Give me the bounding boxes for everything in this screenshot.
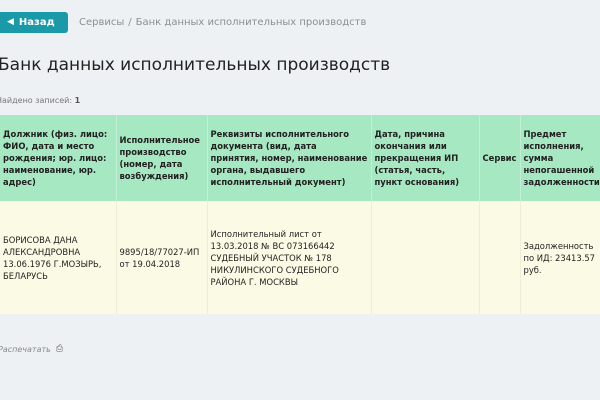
breadcrumb-separator: / (128, 16, 132, 28)
cell-document: Исполнительный лист от 13.03.2018 № ВС 0… (207, 201, 372, 314)
breadcrumb-item-current: Банк данных исполнительных производств (135, 16, 367, 28)
back-button-label: Назад (18, 16, 55, 28)
results-table: Должник (физ. лицо: ФИО, дата и место ро… (0, 115, 600, 314)
back-button[interactable]: ◀ Назад (0, 11, 68, 33)
top-nav: ◀ Назад Сервисы / Банк данных исполнительн… (0, 11, 366, 33)
column-header-end-date: Дата, причина окончания или прекращения … (371, 115, 480, 201)
page-title: Банк данных исполнительных производств (0, 55, 391, 75)
records-found: Найдено записей: 1 (0, 96, 80, 105)
cell-subject: Задолженность по ИД: 23413.57 руб. (520, 201, 600, 314)
chevron-left-icon: ◀ (7, 17, 14, 27)
column-header-subject: Предмет исполнения, сумма непогашенной з… (520, 115, 600, 201)
records-found-count: 1 (74, 96, 81, 105)
cell-debtor: БОРИСОВА ДАНА АЛЕКСАНДРОВНА 13.06.1976 Г… (0, 201, 117, 314)
print-link-label: Распечатать (0, 344, 51, 354)
cell-proceeding: 9895/18/77027-ИП от 19.04.2018 (116, 201, 208, 314)
table-header-row: Должник (физ. лицо: ФИО, дата и место ро… (0, 115, 600, 201)
table-row: БОРИСОВА ДАНА АЛЕКСАНДРОВНА 13.06.1976 Г… (0, 201, 600, 314)
column-header-document: Реквизиты исполнительного документа (вид… (207, 115, 372, 201)
cell-end-date (371, 201, 480, 314)
column-header-debtor: Должник (физ. лицо: ФИО, дата и место ро… (0, 115, 117, 201)
column-header-service: Сервис (479, 115, 521, 201)
column-header-proceeding: Исполнительное производство (номер, дата… (116, 115, 208, 201)
printer-icon: ⎙ (55, 344, 64, 354)
records-found-label: Найдено записей: (0, 96, 73, 105)
cell-service (479, 201, 521, 314)
print-link[interactable]: Распечатать ⎙ (0, 344, 63, 354)
breadcrumb-item-services[interactable]: Сервисы (79, 17, 124, 28)
breadcrumb: Сервисы / Банк данных исполнительных произ… (79, 17, 366, 28)
